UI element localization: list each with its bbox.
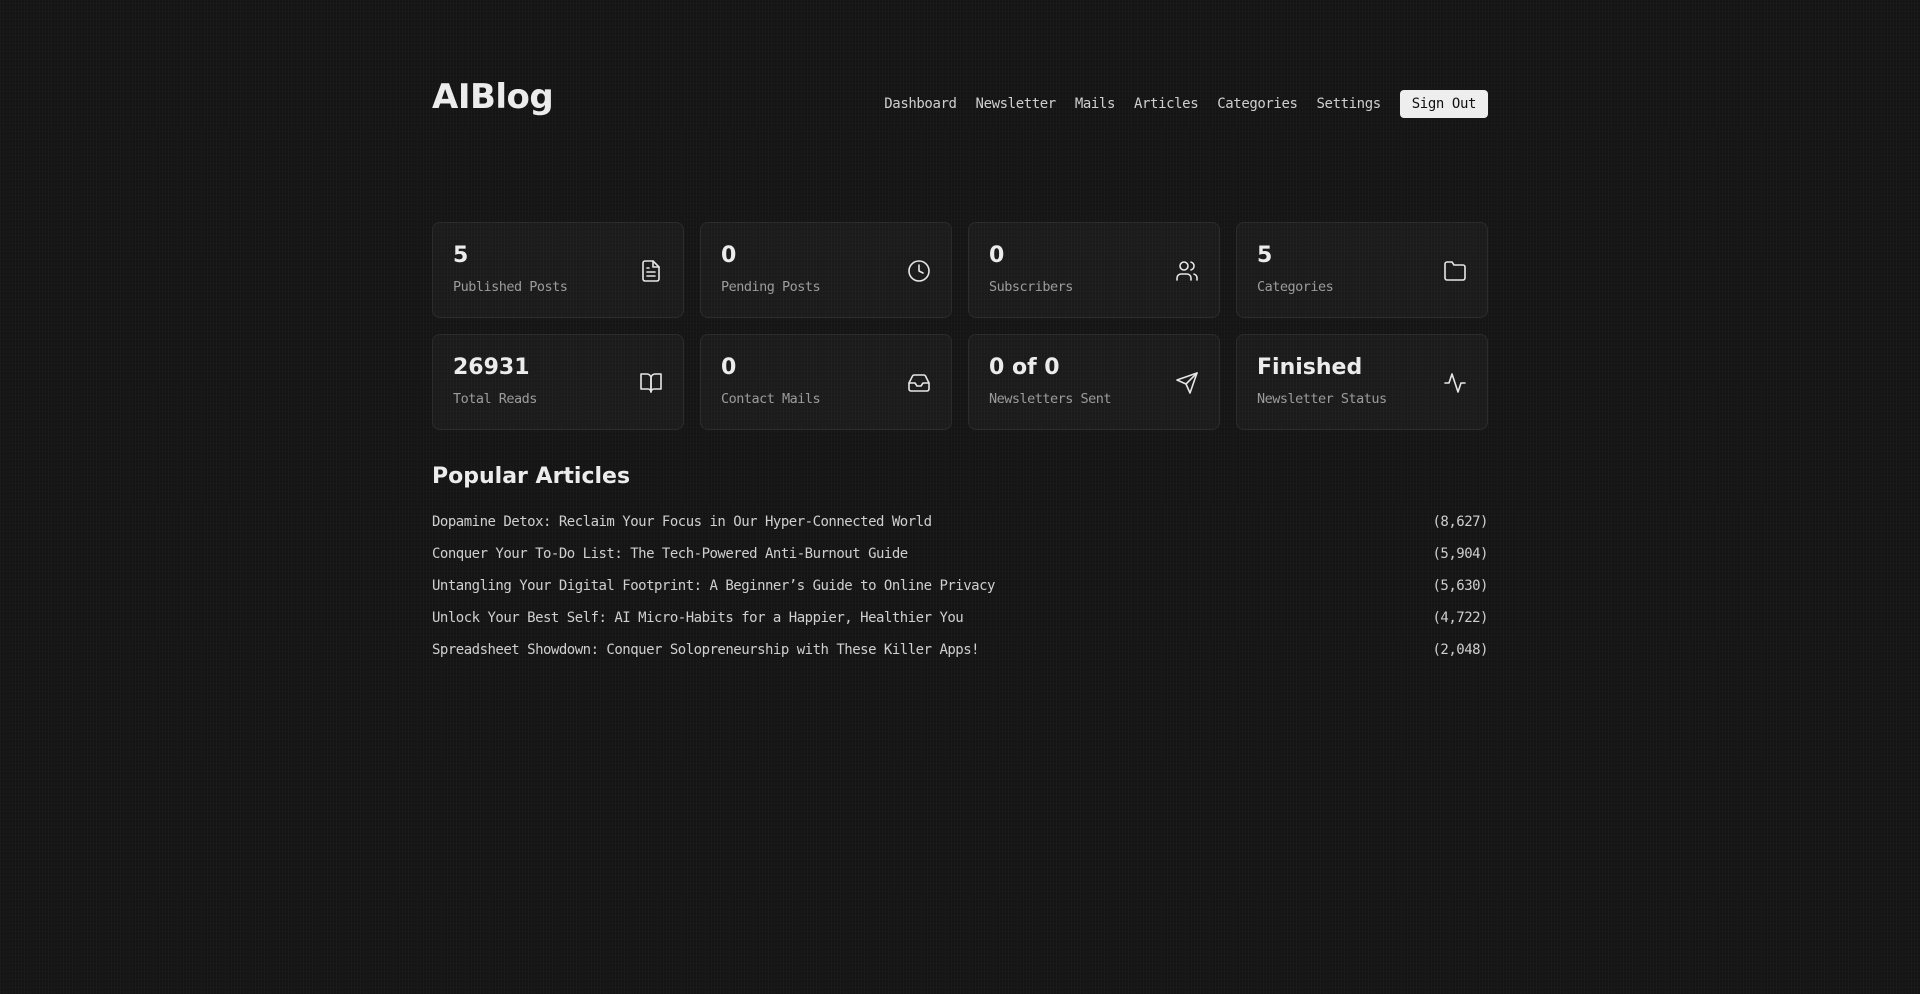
article-link[interactable]: Unlock Your Best Self: AI Micro-Habits f… [432,610,964,626]
list-item: Unlock Your Best Self: AI Micro-Habits f… [432,610,1488,642]
sign-out-button[interactable]: Sign Out [1399,90,1488,118]
folder-icon [1443,259,1467,283]
stat-label: Categories [1257,279,1334,295]
book-open-icon [639,371,663,395]
article-link[interactable]: Untangling Your Digital Footprint: A Beg… [432,578,995,594]
article-read-count: (5,904) [1432,546,1488,562]
stat-card-contact-mails: 0 Contact Mails [700,334,952,430]
article-read-count: (2,048) [1432,642,1488,658]
stat-value: 0 [721,243,737,268]
nav-categories[interactable]: Categories [1217,97,1298,111]
users-icon [1175,259,1199,283]
article-read-count: (8,627) [1432,514,1488,530]
list-item: Untangling Your Digital Footprint: A Beg… [432,578,1488,610]
article-link[interactable]: Conquer Your To-Do List: The Tech-Powere… [432,546,908,562]
stat-value: 26931 [453,355,530,380]
dashboard-container: AIBlog Dashboard Newsletter Mails Articl… [432,0,1488,674]
stat-label: Published Posts [453,279,568,295]
article-read-count: (5,630) [1432,578,1488,594]
app-logo[interactable]: AIBlog [432,80,554,114]
nav-mails[interactable]: Mails [1075,97,1116,111]
popular-articles-list: Dopamine Detox: Reclaim Your Focus in Ou… [432,514,1488,674]
stat-card-subscribers: 0 Subscribers [968,222,1220,318]
nav-dashboard[interactable]: Dashboard [884,97,957,111]
stat-label: Subscribers [989,279,1073,295]
nav-newsletter[interactable]: Newsletter [976,97,1057,111]
activity-icon [1443,371,1467,395]
stat-card-published-posts: 5 Published Posts [432,222,684,318]
nav-settings[interactable]: Settings [1317,97,1382,111]
stat-card-pending-posts: 0 Pending Posts [700,222,952,318]
list-item: Dopamine Detox: Reclaim Your Focus in Ou… [432,514,1488,546]
stat-label: Newsletters Sent [989,391,1112,407]
stat-label: Pending Posts [721,279,821,295]
stat-card-newsletters-sent: 0 of 0 Newsletters Sent [968,334,1220,430]
stat-label: Total Reads [453,391,537,407]
stat-value: 0 [989,243,1005,268]
stat-value: 5 [1257,243,1273,268]
clock-icon [907,259,931,283]
popular-articles-heading: Popular Articles [432,464,631,489]
article-link[interactable]: Spreadsheet Showdown: Conquer Solopreneu… [432,642,980,658]
stat-card-total-reads: 26931 Total Reads [432,334,684,430]
stat-card-newsletter-status: Finished Newsletter Status [1236,334,1488,430]
stat-label: Contact Mails [721,391,821,407]
stat-value: 5 [453,243,469,268]
inbox-icon [907,371,931,395]
header: AIBlog Dashboard Newsletter Mails Articl… [432,0,1488,206]
stat-value: 0 [721,355,737,380]
document-icon [639,259,663,283]
nav-articles[interactable]: Articles [1134,97,1199,111]
list-item: Spreadsheet Showdown: Conquer Solopreneu… [432,642,1488,674]
article-link[interactable]: Dopamine Detox: Reclaim Your Focus in Ou… [432,514,932,530]
stat-value: Finished [1257,355,1363,380]
send-icon [1175,371,1199,395]
stat-card-categories: 5 Categories [1236,222,1488,318]
top-nav: Dashboard Newsletter Mails Articles Cate… [865,90,1488,118]
article-read-count: (4,722) [1432,610,1488,626]
stats-grid: 5 Published Posts 0 Pending Posts 0 Subs… [432,222,1488,430]
stat-value: 0 of 0 [989,355,1060,380]
list-item: Conquer Your To-Do List: The Tech-Powere… [432,546,1488,578]
stat-label: Newsletter Status [1257,391,1387,407]
